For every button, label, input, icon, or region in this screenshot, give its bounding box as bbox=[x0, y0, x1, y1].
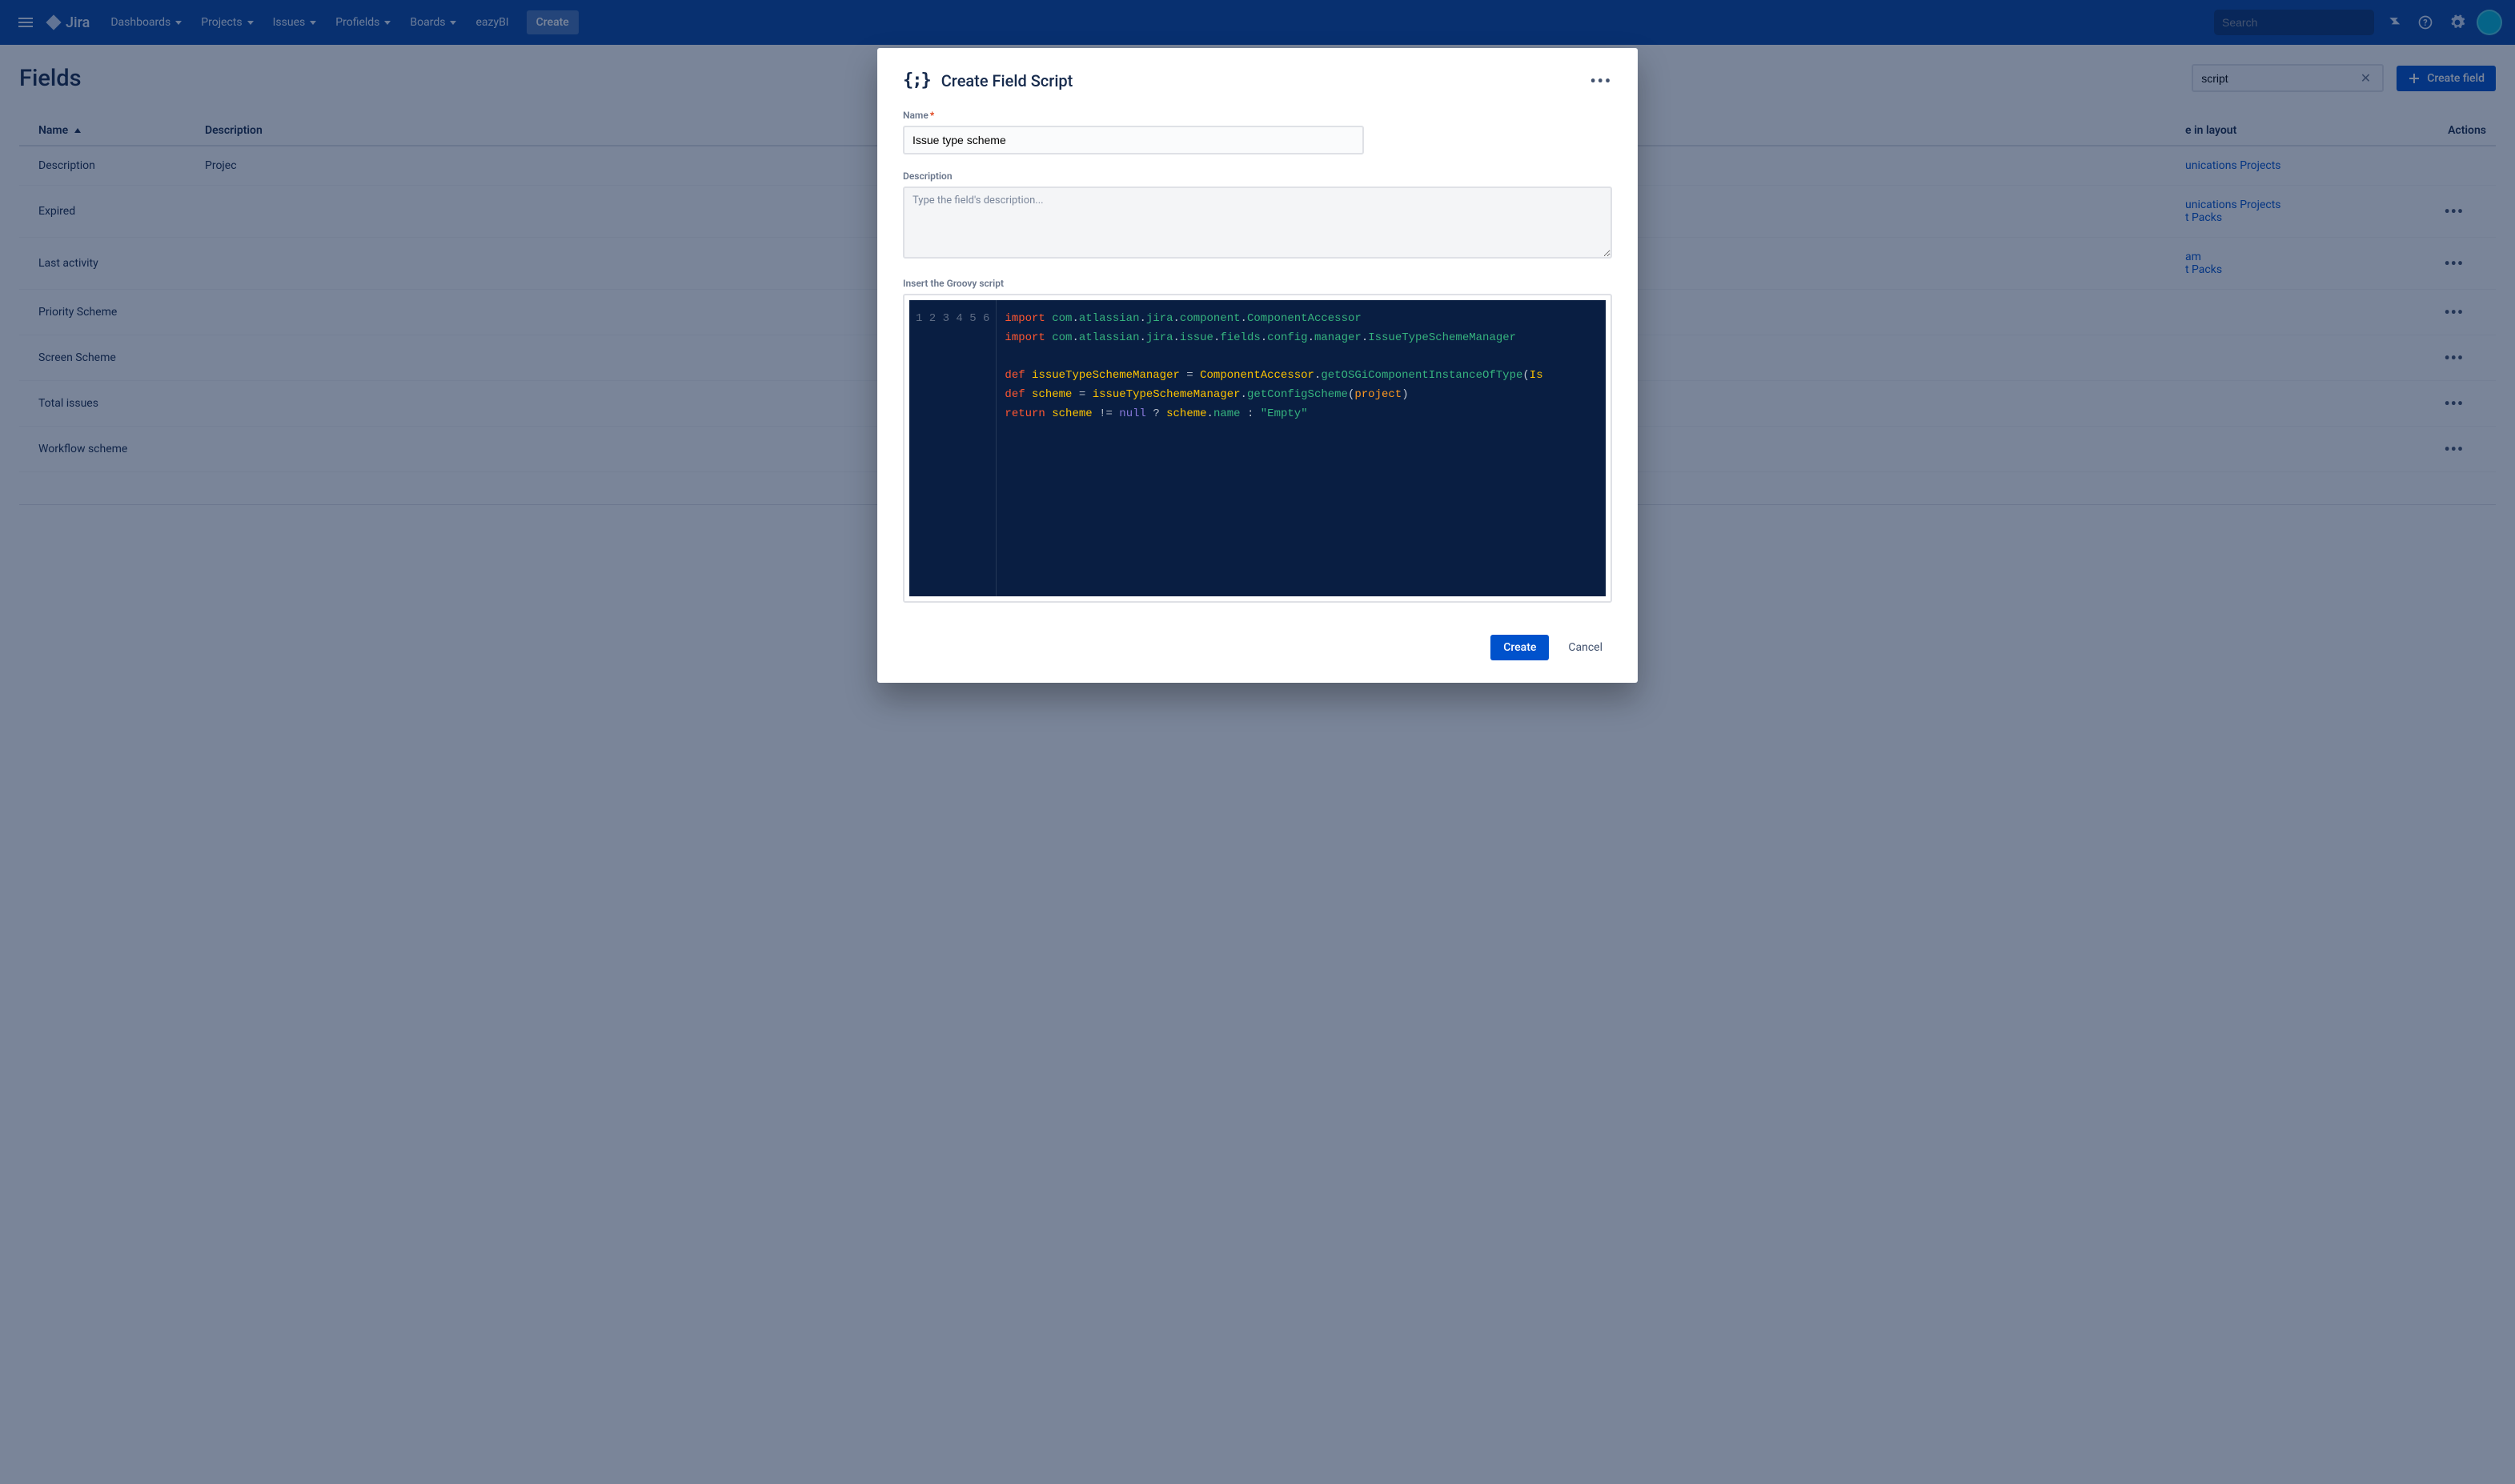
code-editor[interactable]: 1 2 3 4 5 6 import com.atlassian.jira.co… bbox=[903, 294, 1612, 603]
name-input[interactable] bbox=[903, 126, 1364, 154]
modal-title: Create Field Script bbox=[941, 71, 1073, 90]
code-gutter: 1 2 3 4 5 6 bbox=[909, 300, 997, 596]
modal-more-icon[interactable]: ••• bbox=[1590, 71, 1612, 90]
script-icon: {;} bbox=[903, 70, 930, 90]
description-textarea[interactable] bbox=[903, 187, 1612, 259]
code-inner[interactable]: 1 2 3 4 5 6 import com.atlassian.jira.co… bbox=[909, 300, 1606, 596]
modal-create-button[interactable]: Create bbox=[1490, 635, 1549, 660]
script-label: Insert the Groovy script bbox=[903, 278, 1612, 289]
description-label: Description bbox=[903, 170, 1612, 182]
modal-cancel-button[interactable]: Cancel bbox=[1558, 635, 1612, 660]
modal-footer: Create Cancel bbox=[903, 635, 1612, 660]
name-label: Name* bbox=[903, 110, 1612, 121]
create-field-script-modal: {;} Create Field Script ••• Name* Descri… bbox=[877, 48, 1638, 683]
code-lines[interactable]: import com.atlassian.jira.component.Comp… bbox=[997, 300, 1550, 596]
modal-overlay: {;} Create Field Script ••• Name* Descri… bbox=[0, 0, 2515, 1484]
modal-header: {;} Create Field Script ••• bbox=[903, 70, 1612, 90]
